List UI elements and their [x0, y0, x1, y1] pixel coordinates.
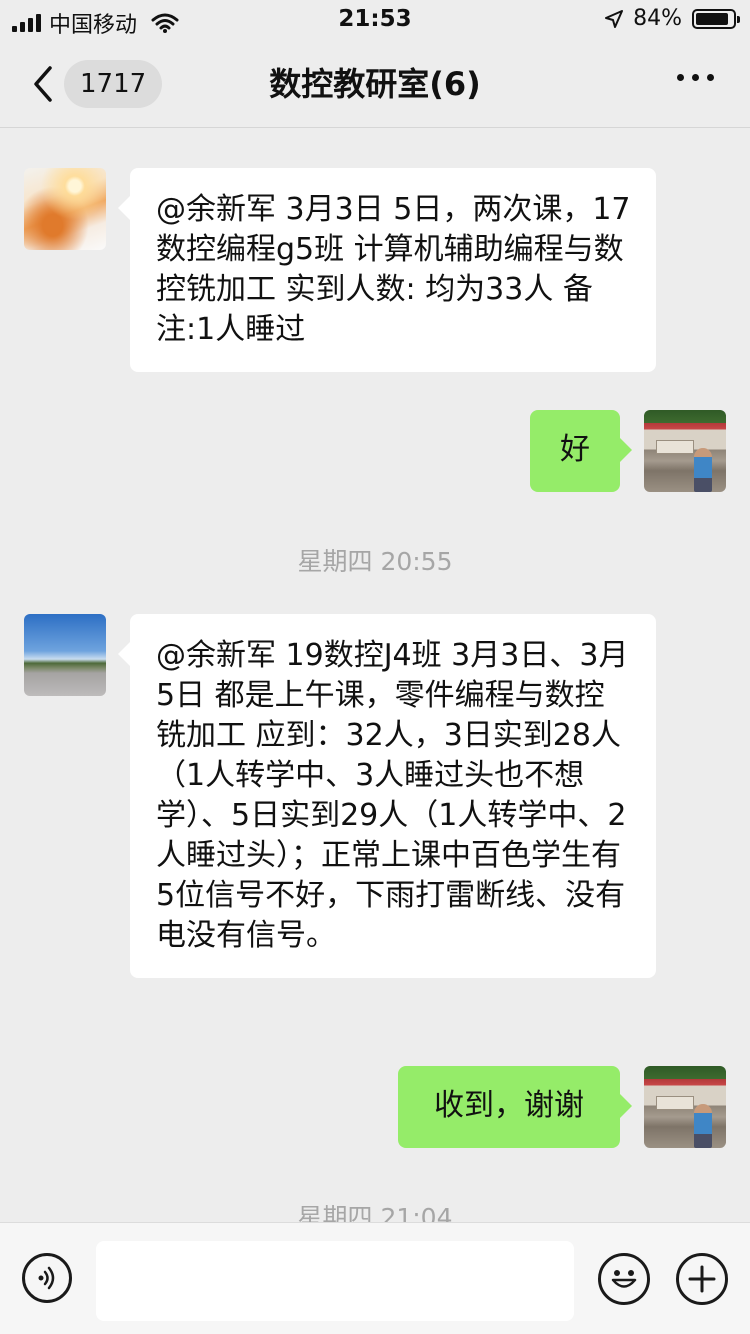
- plus-icon[interactable]: [676, 1253, 728, 1305]
- chat-area[interactable]: @余新军 3月3日 5日，两次课，17数控编程g5班 计算机辅助编程与数控铣加工…: [0, 128, 750, 1222]
- sender-avatar[interactable]: [24, 168, 106, 250]
- location-arrow-icon: [605, 9, 624, 28]
- battery-fill: [696, 12, 728, 25]
- sender-avatar[interactable]: [24, 614, 106, 696]
- message-bubble[interactable]: 好: [530, 410, 632, 492]
- nav-bar: 1717 数控教研室(6): [0, 40, 750, 128]
- status-bar: 中国移动 21:53 84%: [0, 0, 750, 40]
- message-outgoing: 收到，谢谢: [0, 1066, 750, 1148]
- my-avatar[interactable]: [644, 1066, 726, 1148]
- timestamp: 星期四 20:55: [297, 547, 453, 576]
- input-bar: [0, 1222, 750, 1334]
- timestamp: 星期四 21:04: [297, 1203, 453, 1222]
- message-outgoing: 好: [0, 410, 750, 492]
- voice-wave-icon: [38, 1266, 55, 1290]
- ellipsis-icon[interactable]: [677, 74, 714, 81]
- chat-title: 数控教研室(6): [269, 65, 481, 103]
- message-incoming: @余新军 3月3日 5日，两次课，17数控编程g5班 计算机辅助编程与数控铣加工…: [0, 168, 750, 378]
- message-bubble[interactable]: @余新军 19数控J4班 3月3日、3月5日 都是上午课，零件编程与数控铣加工 …: [118, 614, 656, 978]
- message-bubble[interactable]: @余新军 3月3日 5日，两次课，17数控编程g5班 计算机辅助编程与数控铣加工…: [118, 168, 656, 372]
- plus-glyph-icon: [688, 1265, 716, 1293]
- emoji-icon[interactable]: [598, 1253, 650, 1305]
- battery-icon: [692, 8, 740, 29]
- smiley-face-icon: [611, 1270, 637, 1288]
- status-right: 84%: [605, 6, 740, 31]
- message-input[interactable]: [96, 1241, 574, 1321]
- battery-percent: 84%: [633, 6, 682, 31]
- my-avatar[interactable]: [644, 410, 726, 492]
- message-bubble[interactable]: 收到，谢谢: [398, 1066, 632, 1148]
- message-incoming: @余新军 19数控J4班 3月3日、3月5日 都是上午课，零件编程与数控铣加工 …: [0, 614, 750, 1034]
- voice-icon[interactable]: [22, 1253, 72, 1303]
